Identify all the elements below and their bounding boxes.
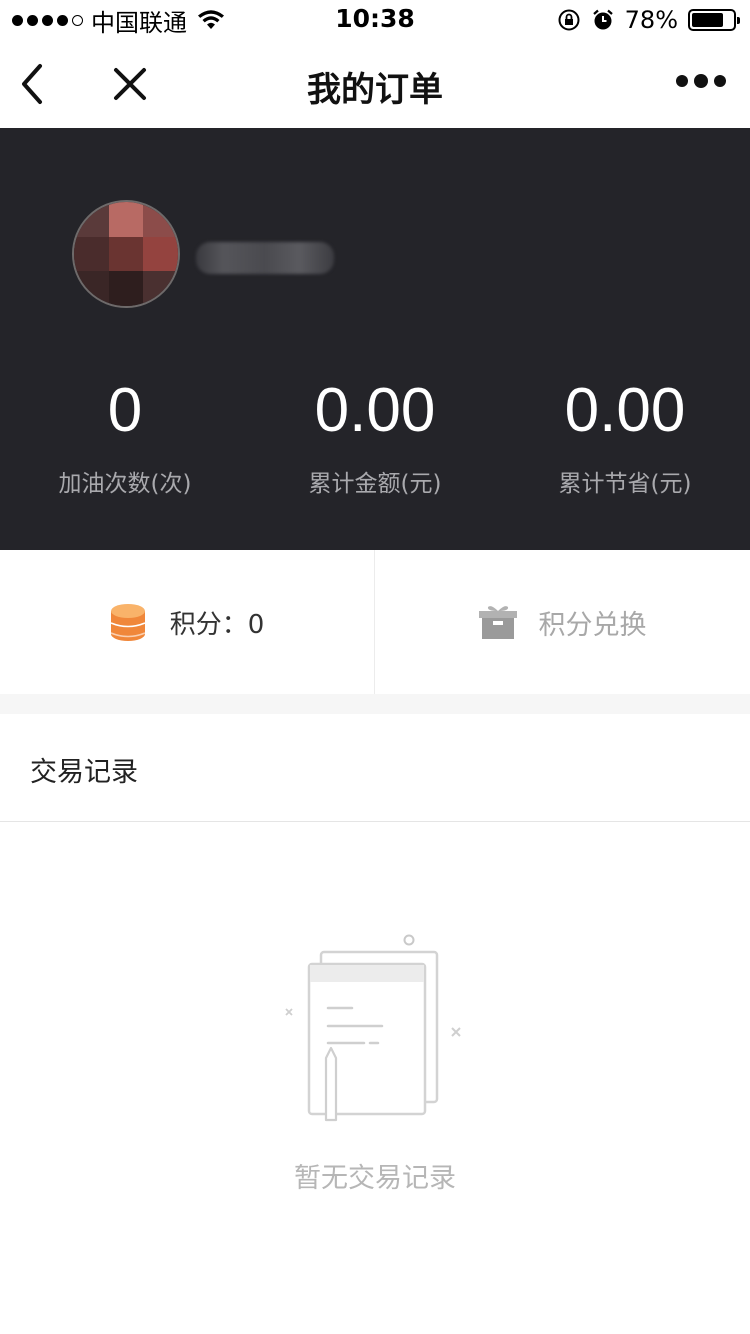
more-dot	[694, 74, 708, 88]
empty-message: 暂无交易记录	[294, 1163, 456, 1194]
points-label: 积分：0	[169, 609, 265, 640]
more-button[interactable]	[676, 74, 726, 88]
exchange-label: 积分兑换	[538, 609, 647, 641]
stat-label: 加油次数(次)	[58, 471, 192, 497]
avatar	[72, 200, 180, 308]
stat-label: 累计节省(元)	[558, 471, 692, 497]
alarm-icon	[592, 9, 613, 30]
close-icon	[114, 68, 146, 100]
status-left: 中国联通	[12, 6, 225, 37]
close-button[interactable]	[108, 62, 152, 106]
stat-total-saved: 0.00 累计节省(元)	[500, 376, 750, 498]
status-bar: 中国联通 10:38 78%	[0, 0, 750, 40]
username-blurred	[196, 242, 334, 274]
gift-box-icon	[478, 606, 517, 639]
points-row: 积分：0 积分兑换	[0, 550, 750, 694]
transactions-title: 交易记录	[30, 757, 138, 788]
empty-document-icon	[285, 934, 461, 1122]
rotation-lock-icon	[558, 9, 580, 31]
stat-total-amount: 0.00 累计金额(元)	[250, 376, 500, 498]
stat-refuel-count: 0 加油次数(次)	[0, 376, 250, 498]
points-balance[interactable]: 积分：0	[0, 550, 375, 694]
more-dot	[714, 75, 726, 87]
chevron-left-icon	[22, 64, 42, 104]
transactions-header: 交易记录	[0, 714, 750, 822]
carrier-name: 中国联通	[91, 8, 187, 37]
battery-percent: 78%	[624, 6, 678, 34]
status-right: 78%	[557, 6, 740, 34]
battery-icon	[688, 9, 740, 31]
stat-label: 累计金额(元)	[308, 471, 442, 497]
stat-value: 0.00	[314, 376, 436, 445]
coin-stack-icon	[110, 604, 146, 641]
stat-value: 0	[107, 376, 143, 445]
points-exchange-button[interactable]: 积分兑换	[375, 550, 750, 694]
stat-value: 0.00	[564, 376, 686, 445]
battery-level	[692, 13, 724, 27]
nav-bar: 我的订单	[0, 40, 750, 128]
section-divider	[0, 694, 750, 714]
back-button[interactable]	[14, 62, 54, 106]
more-dot	[676, 75, 688, 87]
wifi-icon	[198, 10, 224, 29]
stats-row: 0 加油次数(次) 0.00 累计金额(元) 0.00 累计节省(元)	[0, 376, 750, 498]
profile-header: 0 加油次数(次) 0.00 累计金额(元) 0.00 累计节省(元)	[0, 128, 750, 550]
empty-state: 暂无交易记录	[0, 822, 750, 1334]
signal-strength-icon	[12, 14, 83, 26]
